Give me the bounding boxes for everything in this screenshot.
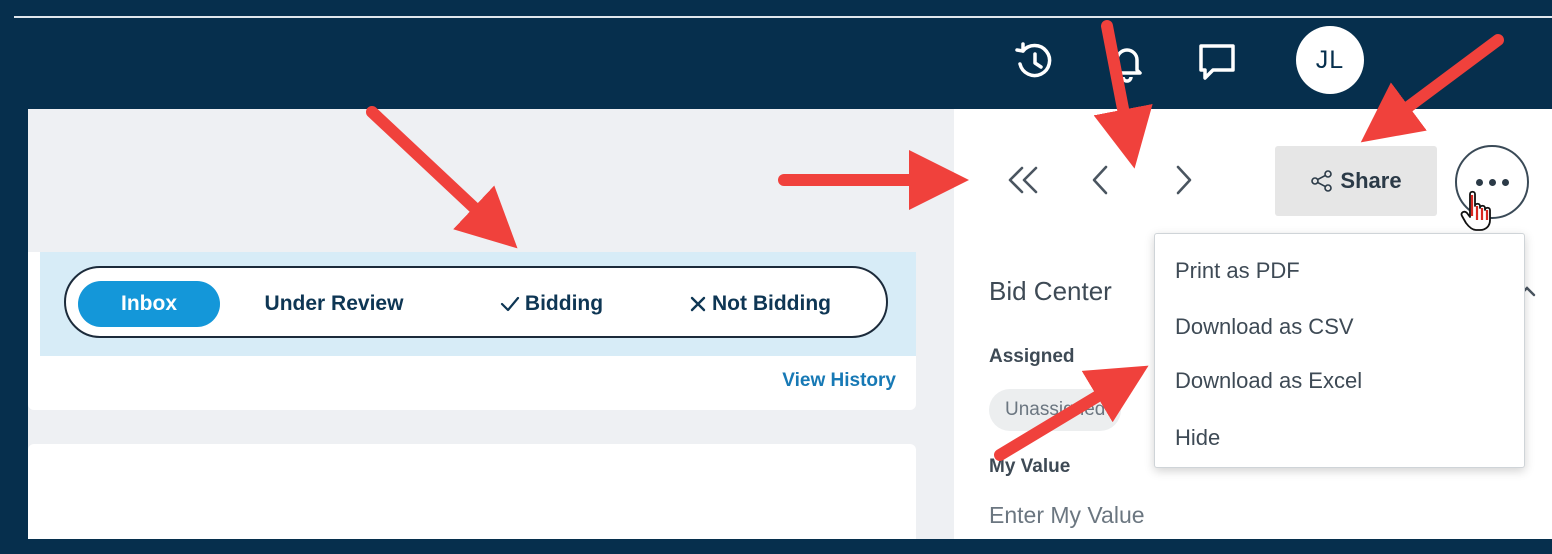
status-filter: Inbox Under Review Bidding Not Bidding [64, 266, 888, 338]
my-value-label: My Value [989, 456, 1071, 477]
hand-cursor-icon [1460, 190, 1491, 231]
tab-bidding-label: Bidding [524, 292, 604, 315]
bell-icon[interactable] [1103, 38, 1151, 86]
previous-button[interactable] [1081, 152, 1121, 208]
check-icon [500, 296, 520, 312]
bottom-border [14, 539, 1552, 554]
tab-not-bidding[interactable]: Not Bidding [662, 281, 858, 327]
double-chevron-left-icon [1008, 166, 1038, 194]
first-page-button[interactable] [1003, 152, 1043, 208]
menu-item-print-pdf[interactable]: Print as PDF [1175, 258, 1300, 284]
chevron-left-icon [1092, 165, 1108, 195]
assignee-chip[interactable]: Unassigned [989, 389, 1122, 431]
share-icon [1311, 170, 1333, 192]
tab-bidding[interactable]: Bidding [476, 281, 626, 327]
tab-inbox[interactable]: Inbox [78, 281, 220, 327]
share-label: Share [1340, 168, 1402, 193]
tab-under-review[interactable]: Under Review [234, 281, 434, 327]
user-avatar[interactable]: JL [1296, 26, 1364, 94]
my-value-input[interactable] [989, 502, 1289, 529]
assigned-label: Assigned [989, 346, 1075, 367]
status-band-edge [28, 252, 40, 356]
tab-not-bidding-label: Not Bidding [712, 292, 831, 315]
chevron-right-icon [1176, 165, 1192, 195]
history-icon[interactable] [1011, 38, 1059, 86]
menu-item-download-csv[interactable]: Download as CSV [1175, 314, 1354, 340]
next-button[interactable] [1163, 152, 1203, 208]
menu-item-download-excel[interactable]: Download as Excel [1175, 368, 1362, 394]
history-card: View History [28, 356, 916, 410]
more-options-menu: Print as PDF Download as CSV Download as… [1154, 233, 1525, 468]
more-horizontal-icon [1475, 178, 1509, 186]
x-icon [690, 296, 706, 312]
chat-icon[interactable] [1193, 38, 1241, 86]
view-history-link[interactable]: View History [782, 370, 896, 392]
tab-under-review-label: Under Review [264, 292, 404, 315]
bid-center-title: Bid Center [989, 276, 1112, 306]
tab-inbox-label: Inbox [121, 292, 177, 315]
share-button[interactable]: Share [1275, 146, 1437, 216]
content-card [28, 444, 916, 544]
menu-item-hide[interactable]: Hide [1175, 425, 1220, 451]
